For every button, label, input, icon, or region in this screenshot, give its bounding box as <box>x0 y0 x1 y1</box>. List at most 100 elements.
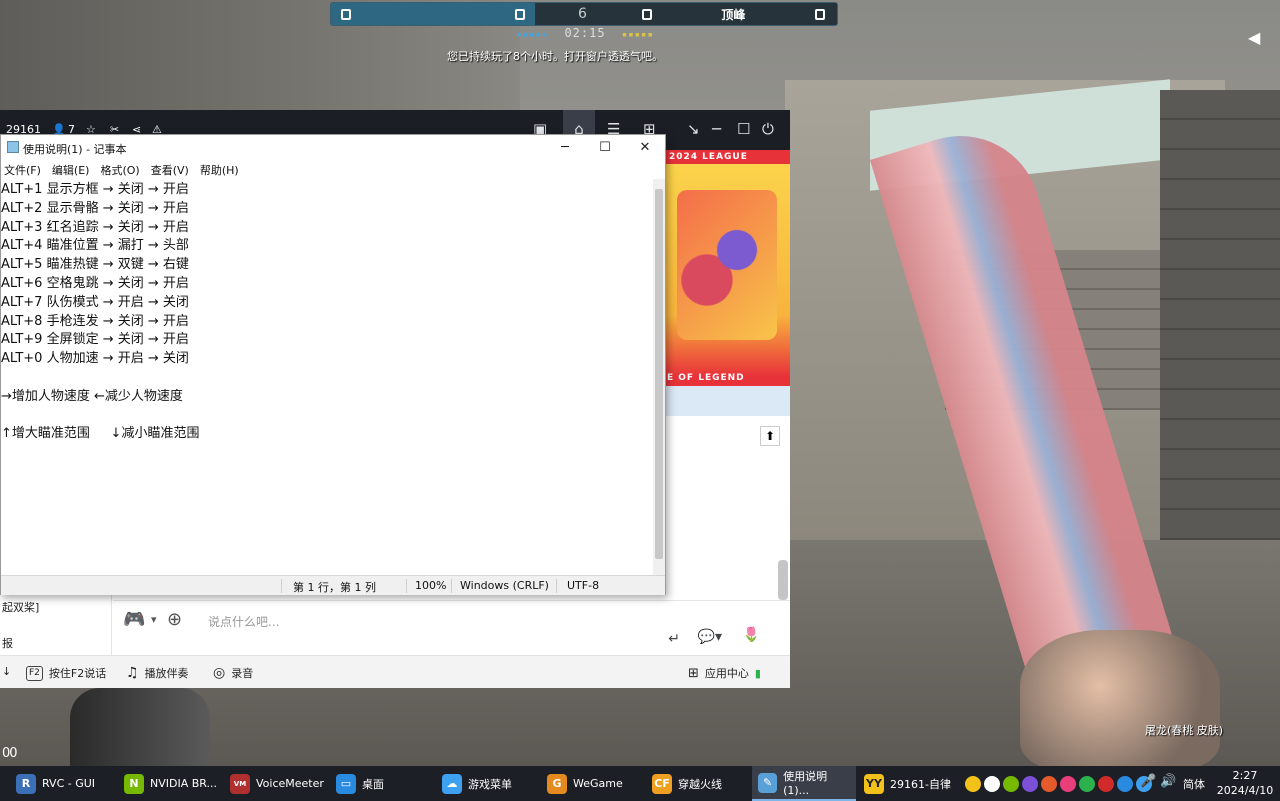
hud-timer: 02:15 <box>564 26 606 40</box>
tray-shield-icon[interactable] <box>1079 775 1095 792</box>
push-to-talk[interactable]: F2 按住F2说话 <box>26 665 106 681</box>
minimize-icon[interactable]: ─ <box>712 120 721 138</box>
taskbar-item-crossfire[interactable]: CF 穿越火线 <box>646 766 728 801</box>
notepad-scrollbar[interactable] <box>653 179 665 575</box>
chat-input-area: 🎮 ▾ ⊕ 说点什么吧... ↵ 💬▾ 🌷 <box>113 600 790 654</box>
tray-app-icon[interactable] <box>1022 775 1038 792</box>
speaker-icon[interactable]: ◀ <box>1248 28 1260 47</box>
notepad-titlebar[interactable]: 使用说明(1) - 记事本 ─ ☐ ✕ <box>1 135 665 161</box>
chat-input[interactable]: 说点什么吧... <box>208 613 279 630</box>
hud-dots-right: ▪▪▪▪▪ <box>621 30 654 40</box>
hud-team-left <box>331 3 536 25</box>
taskbar-label: WeGame <box>573 777 623 790</box>
tray-security-icon[interactable] <box>1098 775 1114 792</box>
taskbar-item-yy[interactable]: YY 29161-自律 <box>858 766 957 801</box>
close-button[interactable]: ✕ <box>625 135 665 161</box>
record-label: 录音 <box>231 667 254 680</box>
clock-date: 2024/4/10 <box>1216 784 1274 797</box>
menu-view[interactable]: 查看(V) <box>151 162 189 178</box>
record-icon: ◎ <box>213 665 226 681</box>
status-divider <box>406 579 407 593</box>
app-center-label: 应用中心 <box>704 667 749 680</box>
tray-nvidia-icon[interactable] <box>1003 775 1019 792</box>
chevron-down-icon[interactable]: ▾ <box>151 613 157 626</box>
notepad-icon <box>7 141 19 153</box>
nvidia-icon: N <box>124 773 144 794</box>
menu-edit[interactable]: 编辑(E) <box>52 162 90 178</box>
play-accompany[interactable]: ♫ 播放伴奏 <box>126 665 189 681</box>
hud-map-name: 顶峰 <box>721 7 746 22</box>
hud-weapon-name: 屠龙(春桃 皮肤) <box>1145 724 1224 737</box>
emoji-icon[interactable]: 💬▾ <box>698 629 722 645</box>
tray-yy-icon[interactable] <box>965 775 981 792</box>
taskbar-item-notepad[interactable]: ✎ 使用说明(1)... <box>752 766 856 801</box>
tray-qq-icon[interactable] <box>1060 775 1076 792</box>
scrollbar-thumb[interactable] <box>655 189 663 559</box>
status-position: 第 1 行，第 1 列 <box>293 581 376 594</box>
input-language[interactable]: 简体 <box>1183 776 1205 792</box>
notepad-menubar: 文件(F) 编辑(E) 格式(O) 查看(V) 帮助(H) <box>1 161 665 179</box>
taskbar-label: 桌面 <box>362 777 384 791</box>
notepad-text-area[interactable]: ALT+1 显示方框 → 关闭 → 开启 ALT+2 显示骨骼 → 关闭 → 开… <box>1 179 653 575</box>
translate-icon[interactable]: ⊕ <box>167 609 182 630</box>
client-footer: ↓ F2 按住F2说话 ♫ 播放伴奏 ◎ 录音 ⊞ 应用中心 ▮ <box>0 655 790 688</box>
taskbar-item-wegame[interactable]: G WeGame <box>541 766 629 801</box>
menu-help[interactable]: 帮助(H) <box>200 162 239 178</box>
voicemeeter-icon: VM <box>230 773 250 794</box>
yy-icon: YY <box>864 773 884 794</box>
player-hand-left <box>70 688 210 766</box>
league-banner[interactable]: 2024 LEAGUE E OF LEGEND <box>665 150 790 386</box>
pin-icon[interactable]: ↘ <box>687 120 700 138</box>
maximize-icon[interactable]: ☐ <box>737 120 750 138</box>
player-hand-right <box>1020 630 1220 766</box>
hud-dots-left: ▪▪▪▪▪ <box>516 30 549 40</box>
minimize-button[interactable]: ─ <box>545 135 585 161</box>
menu-file[interactable]: 文件(F) <box>4 162 41 178</box>
system-tray <box>965 766 1152 801</box>
notepad-window: 使用说明(1) - 记事本 ─ ☐ ✕ 文件(F) 编辑(E) 格式(O) 查看… <box>0 134 666 595</box>
channel-item[interactable]: 起双桨] <box>2 599 39 615</box>
channel-list: 起双桨] 报 <box>0 595 112 655</box>
banner-bottom-text: E OF LEGEND <box>667 373 745 383</box>
grid-icon: ⊞ <box>688 665 699 681</box>
status-divider <box>281 579 282 593</box>
taskbar-item-desktop[interactable]: ▭ 桌面 <box>330 766 390 801</box>
play-accompany-label: 播放伴奏 <box>144 667 189 680</box>
taskbar-item-voicemeeter[interactable]: VM VoiceMeeter <box>224 766 330 801</box>
taskbar-label: 穿越火线 <box>678 777 722 791</box>
gamepad-icon[interactable]: 🎮 <box>123 609 145 630</box>
hud-timer-row: ▪▪▪▪▪ 02:15 ▪▪▪▪▪ <box>505 26 665 40</box>
taskbar-item-game-menu[interactable]: ☁ 游戏菜单 <box>436 766 518 801</box>
tray-cloud-icon[interactable] <box>1117 775 1133 792</box>
volume-icon[interactable]: 🔊 <box>1160 774 1176 789</box>
scroll-top-button[interactable]: ⬆ <box>760 426 780 446</box>
microphone-icon[interactable]: 🎤 <box>1140 774 1156 789</box>
hud-team-right: 顶峰 <box>630 3 837 25</box>
cf-icon: CF <box>652 773 672 794</box>
taskbar-label: NVIDIA BR... <box>150 777 218 790</box>
banner-top-text: 2024 LEAGUE <box>669 152 748 162</box>
hud-round: 6 <box>578 6 587 22</box>
banner-art <box>677 190 777 340</box>
hud-playtime-message: 您已持续玩了8个小时。打开窗户透透气吧。 <box>447 50 663 63</box>
mic-small-icon[interactable]: ↓ <box>2 665 11 678</box>
system-clock[interactable]: 2:27 2024/4/10 <box>1212 768 1278 798</box>
desktop-icon: ▭ <box>336 773 356 794</box>
app-center[interactable]: ⊞ 应用中心 ▮ <box>688 665 761 681</box>
send-icon[interactable]: ↵ <box>668 631 680 647</box>
tray-g-icon[interactable] <box>984 775 1000 792</box>
maximize-button[interactable]: ☐ <box>585 135 625 161</box>
channel-item[interactable]: 报 <box>2 635 13 651</box>
flower-icon[interactable]: 🌷 <box>743 627 760 643</box>
taskbar-item-rvc[interactable]: R RVC - GUI <box>10 766 101 801</box>
power-icon[interactable]: ⏻ <box>762 120 774 138</box>
taskbar-item-nvidia[interactable]: N NVIDIA BR... <box>118 766 223 801</box>
status-line-ending: Windows (CRLF) <box>460 579 549 592</box>
client-scrollbar[interactable] <box>778 560 788 600</box>
banner-footer-strip <box>665 386 790 416</box>
tray-cf-icon[interactable] <box>1041 775 1057 792</box>
status-divider <box>451 579 452 593</box>
notepad-title: 使用说明(1) - 记事本 <box>23 143 127 156</box>
record[interactable]: ◎ 录音 <box>213 665 253 681</box>
menu-format[interactable]: 格式(O) <box>100 162 139 178</box>
